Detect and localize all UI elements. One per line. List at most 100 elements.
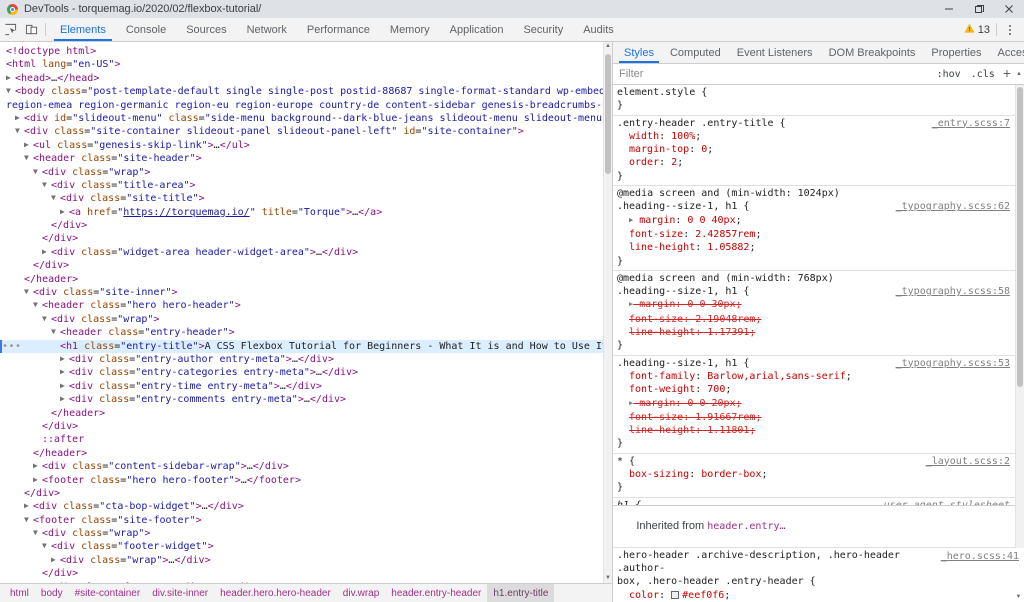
css-rule[interactable]: .entry-header .entry-title {_entry.scss:…: [613, 116, 1015, 187]
dom-node[interactable]: ▼ <div class="site-inner">: [0, 286, 612, 299]
breadcrumb[interactable]: html body #site-container div.site-inner hea…: [0, 583, 612, 602]
kebab-menu-icon[interactable]: [1000, 24, 1020, 35]
dom-node[interactable]: ▼ <div class="site-title">: [0, 192, 612, 205]
styles-tab-dom-breakpoints[interactable]: DOM Breakpoints: [821, 42, 924, 63]
expand-triangle-icon[interactable]: ▶: [51, 553, 60, 566]
dom-node[interactable]: ▼ <footer class="site-footer">: [0, 514, 612, 527]
dom-node[interactable]: ▶ <div class="widget-area header-widget-a…: [0, 246, 612, 259]
tab-network[interactable]: Network: [237, 18, 297, 41]
dom-node[interactable]: ▶ <div class="entry-author entry-meta">…<…: [0, 353, 612, 366]
styles-scroll-up-arrow[interactable]: ▲: [1014, 71, 1024, 77]
css-declaration[interactable]: order: 2;: [613, 156, 1015, 169]
css-property[interactable]: line-height: [629, 242, 695, 253]
css-value[interactable]: 1.05882: [707, 242, 749, 253]
dom-node[interactable]: region-emea region-germanic region-eu re…: [0, 99, 612, 112]
device-toolbar-icon[interactable]: [21, 18, 42, 41]
styles-tab-accessibility[interactable]: Accessibility: [990, 42, 1024, 63]
css-declaration[interactable]: box-sizing: border-box;: [613, 468, 1015, 481]
dom-node[interactable]: </header>: [0, 407, 612, 420]
inspect-element-icon[interactable]: [0, 18, 21, 41]
tab-security[interactable]: Security: [513, 18, 573, 41]
collapse-triangle-icon[interactable]: ▼: [51, 191, 60, 204]
css-value[interactable]: 1.11801: [707, 425, 749, 436]
rule-origin-link[interactable]: _typography.scss:62: [896, 200, 1010, 213]
collapse-triangle-icon[interactable]: ▼: [33, 165, 42, 178]
dom-node[interactable]: </header>: [0, 273, 612, 286]
collapse-triangle-icon[interactable]: ▼: [24, 285, 33, 298]
styles-tab-computed[interactable]: Computed: [662, 42, 729, 63]
collapse-triangle-icon[interactable]: ▼: [42, 178, 51, 191]
tab-elements[interactable]: Elements: [50, 18, 116, 41]
collapse-triangle-icon[interactable]: ▼: [24, 513, 33, 526]
expand-triangle-icon[interactable]: ▶: [6, 71, 15, 84]
expand-shorthand-icon[interactable]: ▶: [629, 214, 633, 227]
collapse-triangle-icon[interactable]: ▼: [33, 298, 42, 311]
rule-selector[interactable]: * {_layout.scss:2: [613, 455, 1015, 468]
dom-node[interactable]: ▶ <a href="https://torquemag.io/" title="…: [0, 206, 612, 219]
css-rule[interactable]: h1 {user agent stylesheetdisplay: block;…: [613, 498, 1015, 505]
styles-filter-input[interactable]: [613, 68, 932, 80]
collapse-triangle-icon[interactable]: ▼: [33, 526, 42, 539]
inherited-rule[interactable]: .hero-header .archive-description, .hero…: [613, 548, 1024, 602]
expand-triangle-icon[interactable]: ▶: [42, 580, 51, 583]
css-property[interactable]: line-height: [629, 425, 695, 436]
dom-node[interactable]: <html lang="en-US">: [0, 58, 612, 71]
css-property[interactable]: width: [629, 131, 659, 142]
css-property[interactable]: box-sizing: [629, 469, 689, 480]
styles-rules-list[interactable]: element.style {} .entry-header .entry-tit…: [613, 85, 1024, 505]
css-property[interactable]: margin: [639, 398, 675, 409]
breadcrumb-item[interactable]: #site-container: [69, 584, 147, 602]
css-value[interactable]: 100%: [671, 131, 695, 142]
dom-node[interactable]: ▼ <div class="title-area">: [0, 179, 612, 192]
dom-node[interactable]: </div>: [0, 567, 612, 580]
tab-audits[interactable]: Audits: [573, 18, 624, 41]
css-declaration[interactable]: ▶ margin: 0 0 20px;: [613, 397, 1015, 411]
dom-node[interactable]: ▶ <footer class="hero hero-footer">…</foo…: [0, 474, 612, 487]
css-property[interactable]: font-size: [629, 314, 683, 325]
expand-triangle-icon[interactable]: ▶: [60, 392, 69, 405]
expand-triangle-icon[interactable]: ▶: [24, 138, 33, 151]
css-declaration[interactable]: font-size: 1.91667rem;: [613, 411, 1015, 424]
css-rule[interactable]: @media screen and (min-width: 768px) .hea…: [613, 271, 1015, 356]
styles-scroll-down-arrow[interactable]: ▼: [1014, 594, 1023, 600]
css-value[interactable]: 2.42857rem: [695, 229, 755, 240]
dom-node[interactable]: ▶ <head>…</head>: [0, 72, 612, 85]
css-property[interactable]: color: [629, 590, 659, 601]
dom-node[interactable]: </div>: [0, 259, 612, 272]
rule-selector[interactable]: .heading--size-1, h1 {_typography.scss:5…: [613, 285, 1015, 298]
expand-triangle-icon[interactable]: ▶: [60, 352, 69, 365]
css-value[interactable]: Barlow,arial,sans-serif: [707, 371, 845, 382]
css-property[interactable]: font-weight: [629, 384, 695, 395]
breadcrumb-item[interactable]: html: [4, 584, 35, 602]
dom-node[interactable]: ▶ <div class="content-sidebar-wrap">…</di…: [0, 460, 612, 473]
dom-tree-scrollbar[interactable]: ▲ ▼: [603, 42, 612, 583]
css-property[interactable]: font-size: [629, 412, 683, 423]
dom-node[interactable]: ▶ <div class="wrap">…</div>: [0, 554, 612, 567]
dom-node[interactable]: </header>: [0, 447, 612, 460]
css-value[interactable]: 1.17391: [707, 327, 749, 338]
css-declaration[interactable]: width: 100%;: [613, 130, 1015, 143]
dom-node[interactable]: ▼ <div class="wrap">: [0, 527, 612, 540]
expand-triangle-icon[interactable]: ▶: [60, 205, 69, 218]
css-property[interactable]: order: [629, 157, 659, 168]
dom-node[interactable]: ▶ <div class="entry-categories entry-meta…: [0, 366, 612, 379]
breadcrumb-item[interactable]: header.hero.hero-header: [214, 584, 337, 602]
css-property[interactable]: font-family: [629, 371, 695, 382]
rule-selector[interactable]: element.style {: [613, 86, 1015, 99]
breadcrumb-item[interactable]: header.entry-header: [385, 584, 487, 602]
dom-node[interactable]: ▶ <div class="cta-bop-widget">…</div>: [0, 500, 612, 513]
expand-triangle-icon[interactable]: ▶: [33, 473, 42, 486]
css-property[interactable]: margin: [639, 215, 675, 226]
styles-scrollbar[interactable]: [1015, 85, 1024, 548]
dom-node[interactable]: </div>: [0, 219, 612, 232]
scrollbar-thumb[interactable]: [605, 54, 611, 174]
collapse-triangle-icon[interactable]: ▼: [24, 151, 33, 164]
scroll-down-arrow[interactable]: ▼: [604, 574, 612, 583]
tab-console[interactable]: Console: [116, 18, 176, 41]
maximize-icon[interactable]: [964, 0, 994, 18]
tab-performance[interactable]: Performance: [297, 18, 380, 41]
css-value[interactable]: 2.19048rem: [695, 314, 755, 325]
collapse-triangle-icon[interactable]: ▼: [42, 312, 51, 325]
css-property[interactable]: margin: [639, 299, 675, 310]
warning-indicator[interactable]: 13: [964, 23, 997, 36]
